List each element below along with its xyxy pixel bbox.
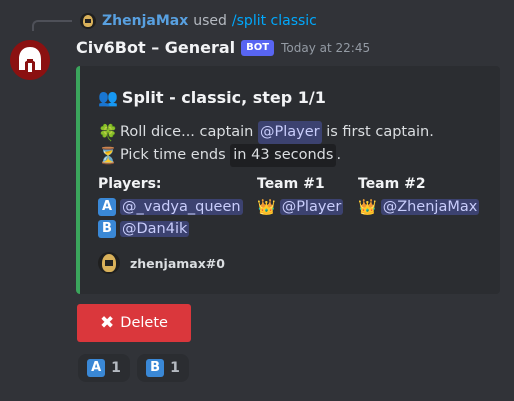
footer-text: zhenjamax#0 [130, 255, 225, 271]
line2-suffix: . [336, 147, 342, 163]
reply-reference[interactable]: ZhenjaMax used /split classic [80, 10, 317, 32]
line1-suffix: is first captain. [326, 124, 434, 140]
player-mention[interactable]: @Dan4ik [120, 221, 190, 237]
field-team2-name: Team #2 [358, 176, 426, 192]
reaction-b[interactable]: B 1 [137, 354, 189, 382]
reply-command[interactable]: /split classic [232, 13, 317, 29]
delete-button-label: Delete [120, 315, 168, 331]
line1-prefix: Roll dice... captain [120, 124, 254, 140]
field-team1-name: Team #1 [257, 176, 325, 192]
reply-used-text: used [193, 13, 227, 29]
bot-badge: BOT [241, 39, 275, 56]
footer-avatar-icon [98, 252, 120, 274]
reaction-a[interactable]: A 1 [78, 354, 130, 382]
embed-footer: zhenjamax#0 [98, 252, 225, 274]
embed-description: 🍀 Roll dice... captain @Player is first … [98, 121, 434, 167]
cross-mark-icon: ✖ [100, 313, 115, 333]
message-timestamp[interactable]: Today at 22:45 [281, 41, 370, 55]
embed-title-text: Split - classic, step 1/1 [121, 88, 326, 107]
four-leaf-clover-icon: 🍀 [98, 123, 118, 142]
regional-b-icon: B [98, 220, 116, 238]
hourglass-icon: ⏳ [98, 146, 118, 165]
team2-mention[interactable]: @ZhenjaMax [380, 199, 480, 215]
description-line-1: 🍀 Roll dice... captain @Player is first … [98, 121, 434, 144]
player-entry: B @Dan4ik [98, 220, 190, 238]
reaction-count: 1 [111, 360, 121, 376]
line2-prefix: Pick time ends [120, 147, 226, 163]
reply-connector [32, 20, 72, 31]
delete-button[interactable]: ✖ Delete [77, 304, 191, 342]
crown-icon: 👑 [257, 198, 276, 216]
time-remaining-code: in 43 seconds [230, 144, 337, 167]
embed: 👥 Split - classic, step 1/1 🍀 Roll dice.… [76, 66, 500, 294]
author-name[interactable]: Civ6Bot – General [76, 38, 235, 57]
regional-a-icon: A [87, 359, 106, 377]
team2-captain: 👑 @ZhenjaMax [358, 198, 480, 216]
captain-mention[interactable]: @Player [257, 121, 322, 144]
team1-mention[interactable]: @Player [279, 199, 344, 215]
player-mention[interactable]: @_vadya_queen [120, 199, 243, 215]
embed-title: 👥 Split - classic, step 1/1 [98, 88, 326, 107]
bot-avatar[interactable] [10, 40, 50, 80]
team1-captain: 👑 @Player [257, 198, 344, 216]
player-entry: A @_vadya_queen [98, 198, 243, 216]
regional-a-icon: A [98, 198, 116, 216]
regional-b-icon: B [146, 359, 165, 377]
message-header: Civ6Bot – General BOT Today at 22:45 [76, 38, 370, 57]
description-line-2: ⏳ Pick time ends in 43 seconds. [98, 144, 434, 167]
crown-icon: 👑 [358, 198, 377, 216]
reaction-count: 1 [170, 360, 180, 376]
field-players-name: Players: [98, 176, 162, 192]
reply-user-avatar-icon[interactable] [80, 13, 96, 29]
reply-username[interactable]: ZhenjaMax [102, 13, 188, 29]
busts-icon: 👥 [98, 88, 118, 107]
spartan-helmet-icon [10, 40, 50, 80]
